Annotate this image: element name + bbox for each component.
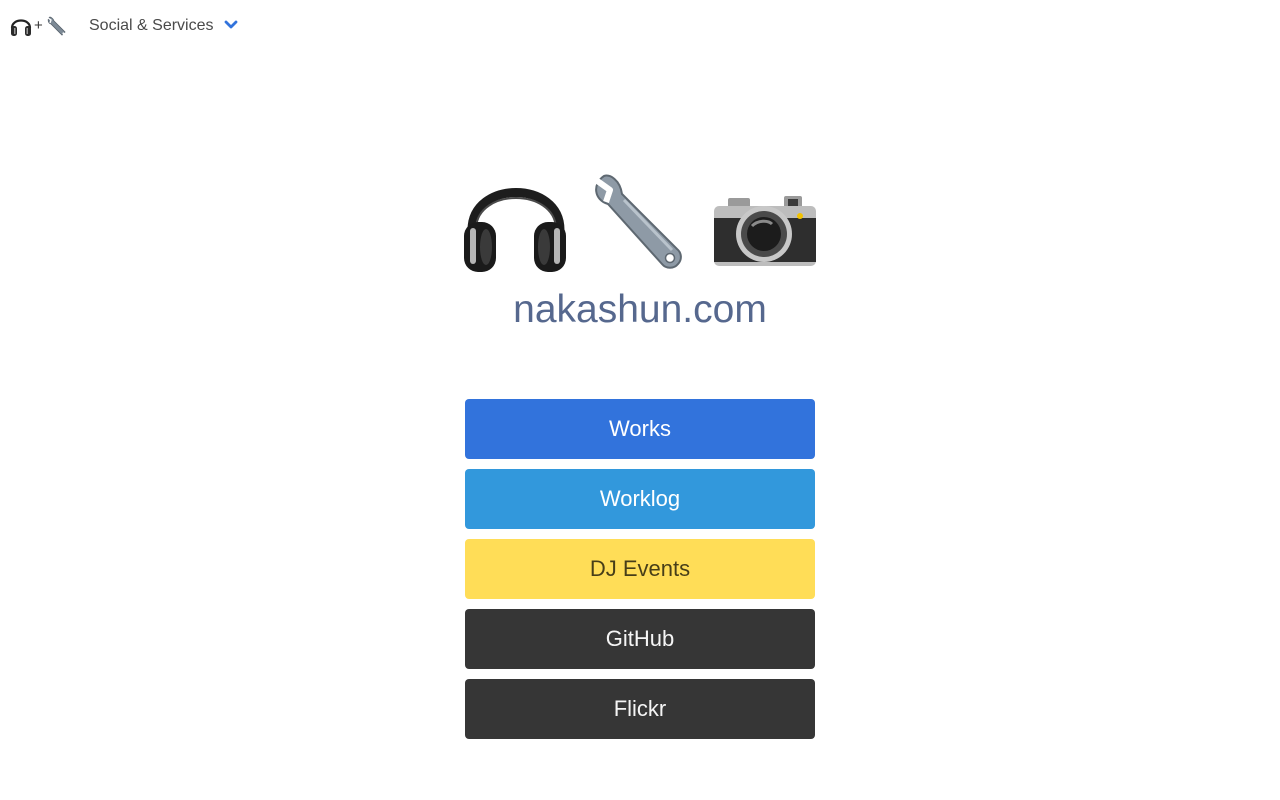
wrench-icon [594,174,682,269]
social-services-dropdown[interactable]: Social & Services [89,14,238,38]
works-button[interactable]: Works [465,399,815,459]
chevron-down-icon [224,17,238,35]
flickr-button[interactable]: Flickr [465,679,815,739]
wrench-icon [45,14,69,38]
worklog-button[interactable]: Worklog [465,469,815,529]
brand-logo-link[interactable]: + [10,14,69,38]
navbar: + Social & Services [0,0,1280,52]
headphones-icon [10,14,32,38]
github-button[interactable]: GitHub [465,609,815,669]
brand-separator: + [34,17,43,34]
headphones-icon [464,188,566,272]
dj-events-button[interactable]: DJ Events [465,539,815,599]
camera-icon [714,196,816,266]
site-title: nakashun.com [513,288,767,331]
dropdown-label: Social & Services [89,17,214,34]
hero-icons [464,170,816,274]
